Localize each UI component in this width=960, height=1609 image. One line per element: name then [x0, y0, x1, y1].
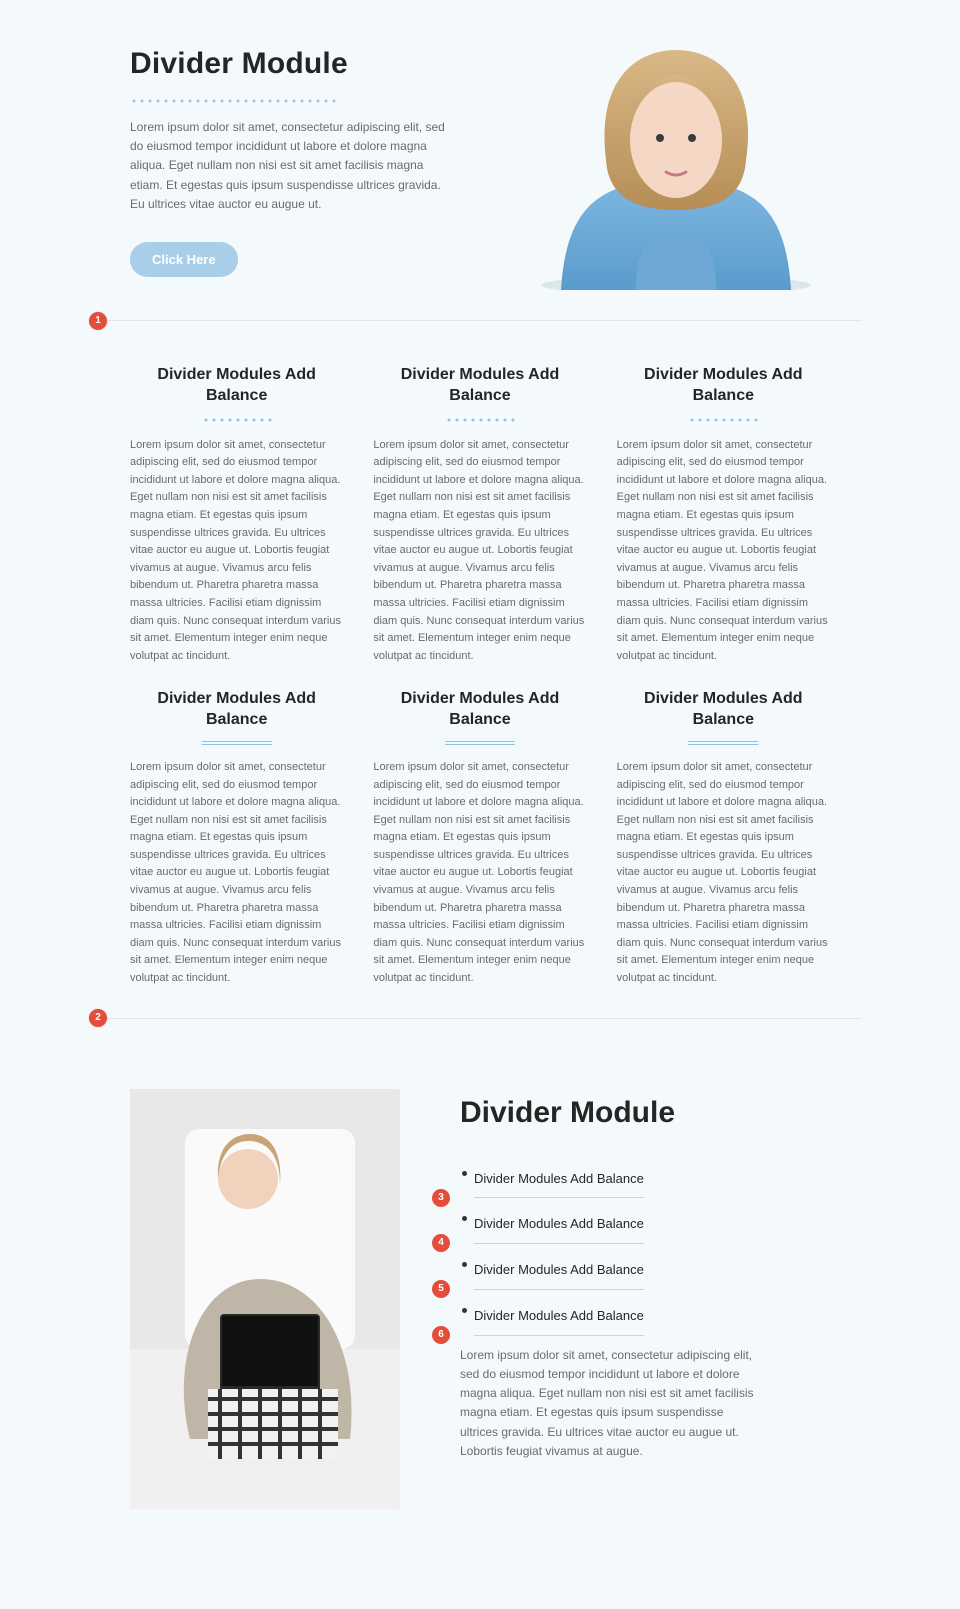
feature-body: Lorem ipsum dolor sit amet, consectetur … — [373, 759, 586, 988]
bullet-icon — [462, 1171, 467, 1176]
section-divider — [98, 1018, 862, 1019]
dotted-divider-icon — [130, 98, 340, 104]
lower-body: Lorem ipsum dolor sit amet, consectetur … — [460, 1346, 760, 1461]
feature-cell: Divider Modules Add Balance Lorem ipsum d… — [617, 365, 830, 665]
list-item: Divider Modules Add Balance4 — [460, 1208, 830, 1244]
feature-cell: Divider Modules Add Balance Lorem ipsum d… — [373, 689, 586, 987]
feature-body: Lorem ipsum dolor sit amet, consectetur … — [130, 759, 343, 988]
feature-body: Lorem ipsum dolor sit amet, consectetur … — [373, 437, 586, 666]
list-item: Divider Modules Add Balance6 — [460, 1300, 830, 1336]
feature-title: Divider Modules Add Balance — [130, 365, 343, 407]
dotted-divider-icon — [445, 417, 515, 423]
hero-section: Divider Module Lorem ipsum dolor sit ame… — [0, 40, 960, 320]
feature-title: Divider Modules Add Balance — [617, 689, 830, 731]
list-divider — [474, 1197, 644, 1198]
cta-button[interactable]: Click Here — [130, 242, 238, 277]
double-line-divider-icon — [202, 741, 272, 745]
list-item-label: Divider Modules Add Balance — [474, 1208, 830, 1243]
feature-body: Lorem ipsum dolor sit amet, consectetur … — [617, 759, 830, 988]
feature-title: Divider Modules Add Balance — [130, 689, 343, 731]
divider-list: Divider Modules Add Balance3Divider Modu… — [460, 1163, 830, 1336]
dotted-divider-icon — [202, 417, 272, 423]
feature-body: Lorem ipsum dolor sit amet, consectetur … — [130, 437, 343, 666]
feature-cell: Divider Modules Add Balance Lorem ipsum d… — [130, 365, 343, 665]
list-marker: 5 — [432, 1280, 450, 1298]
feature-cell: Divider Modules Add Balance Lorem ipsum d… — [130, 689, 343, 987]
list-item-label: Divider Modules Add Balance — [474, 1254, 830, 1289]
feature-title: Divider Modules Add Balance — [373, 689, 586, 731]
list-item-label: Divider Modules Add Balance — [474, 1300, 830, 1335]
bullet-icon — [462, 1262, 467, 1267]
section-marker-2: 2 — [89, 1009, 107, 1027]
bullet-icon — [462, 1216, 467, 1221]
list-divider — [474, 1243, 644, 1244]
dotted-divider-icon — [688, 417, 758, 423]
double-line-divider-icon — [445, 741, 515, 745]
hero-image — [490, 40, 862, 290]
section-divider — [98, 320, 862, 321]
lower-section: Divider Module Divider Modules Add Balan… — [0, 1019, 960, 1549]
feature-cell: Divider Modules Add Balance Lorem ipsum d… — [373, 365, 586, 665]
hero-title: Divider Module — [130, 40, 450, 88]
list-marker: 6 — [432, 1326, 450, 1344]
list-divider — [474, 1335, 644, 1336]
list-marker: 4 — [432, 1234, 450, 1252]
list-item: Divider Modules Add Balance3 — [460, 1163, 830, 1199]
feature-grid: Divider Modules Add Balance Lorem ipsum d… — [0, 321, 960, 1018]
bullet-icon — [462, 1308, 467, 1313]
double-line-divider-icon — [688, 741, 758, 745]
hero-body: Lorem ipsum dolor sit amet, consectetur … — [130, 118, 450, 214]
feature-cell: Divider Modules Add Balance Lorem ipsum d… — [617, 689, 830, 987]
feature-title: Divider Modules Add Balance — [617, 365, 830, 407]
list-item-label: Divider Modules Add Balance — [474, 1163, 830, 1198]
feature-body: Lorem ipsum dolor sit amet, consectetur … — [617, 437, 830, 666]
lower-title: Divider Module — [460, 1089, 830, 1137]
feature-title: Divider Modules Add Balance — [373, 365, 586, 407]
section-marker-1: 1 — [89, 312, 107, 330]
list-marker: 3 — [432, 1189, 450, 1207]
list-item: Divider Modules Add Balance5 — [460, 1254, 830, 1290]
list-divider — [474, 1289, 644, 1290]
lower-image — [130, 1089, 400, 1509]
